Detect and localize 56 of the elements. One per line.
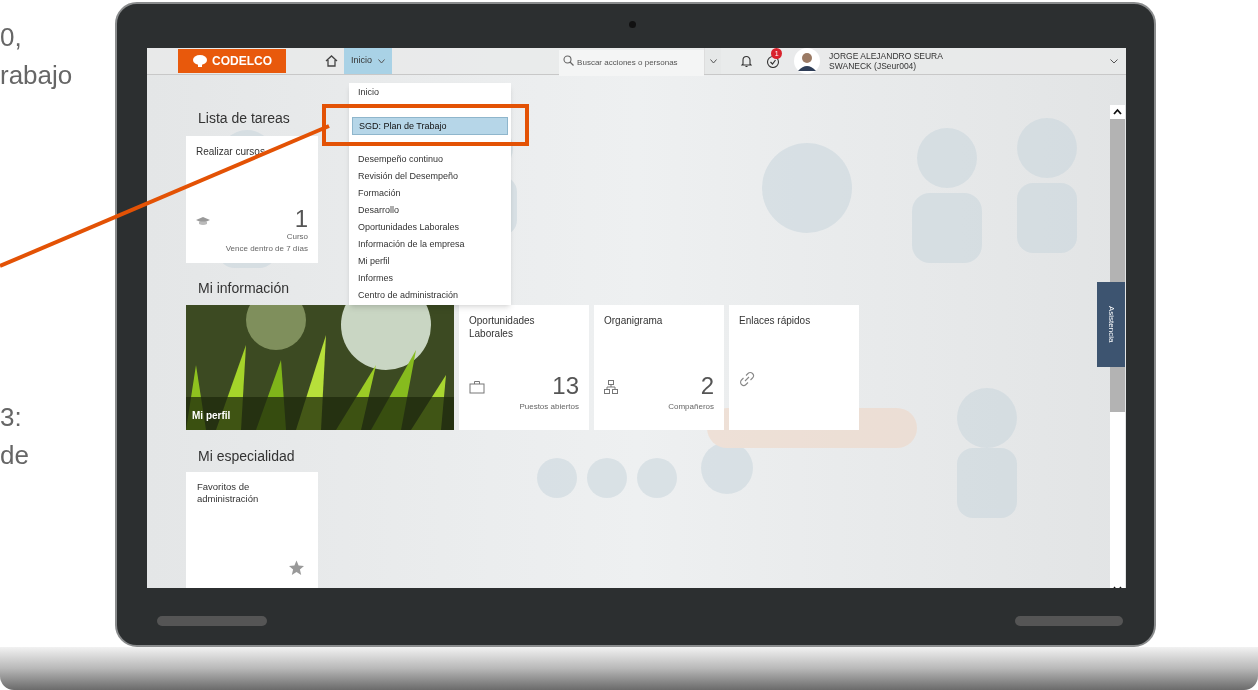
count-value: 2 bbox=[700, 374, 714, 398]
camera-icon bbox=[629, 21, 636, 28]
scroll-up-icon[interactable] bbox=[1110, 105, 1125, 119]
bell-icon[interactable] bbox=[741, 54, 753, 68]
slide-text: rabajo bbox=[0, 59, 73, 92]
count-unit: Curso bbox=[286, 231, 308, 243]
user-id: SWANECK (JSeur004) bbox=[829, 61, 918, 71]
section-title: Mi especialidad bbox=[197, 447, 295, 465]
menu-item[interactable]: Inicio bbox=[349, 84, 511, 101]
tasks-icon[interactable] bbox=[766, 54, 781, 68]
count-unit: Puestos abiertos bbox=[519, 401, 579, 413]
section-title: Mi información bbox=[197, 279, 290, 297]
star-icon[interactable] bbox=[288, 560, 305, 576]
menu-item[interactable]: Desempeño continuo bbox=[349, 151, 511, 168]
assistance-tab[interactable]: Asistencia bbox=[1097, 282, 1125, 367]
user-name: JORGE ALEJANDRO SEURA bbox=[829, 51, 943, 61]
count-unit: Compañeros bbox=[668, 401, 714, 413]
menu-item[interactable]: Mi perfil bbox=[349, 253, 511, 270]
avatar-icon[interactable] bbox=[794, 48, 821, 74]
tile-title: Oportunidades Laborales bbox=[469, 314, 536, 340]
chevron-down-icon bbox=[709, 58, 717, 64]
tile-title: Organigrama bbox=[604, 314, 664, 327]
tile[interactable]: Organigrama 2 Compañeros bbox=[594, 305, 724, 430]
profile-tile[interactable]: Mi perfil bbox=[186, 305, 454, 430]
section-title: Lista de tareas bbox=[197, 109, 290, 127]
chevron-down-icon[interactable] bbox=[1110, 58, 1118, 64]
menu-item[interactable]: Informes bbox=[349, 270, 511, 287]
tile[interactable]: Oportunidades Laborales 13 Puestos abiertos bbox=[459, 305, 589, 430]
briefcase-icon bbox=[469, 380, 485, 394]
favorites-card[interactable]: Favoritos de administración bbox=[186, 472, 318, 588]
hierarchy-icon bbox=[604, 380, 618, 394]
card-footer: Vence dentro de 7 días bbox=[225, 243, 308, 255]
logo[interactable]: CODELCO bbox=[178, 49, 286, 73]
menu-item[interactable]: Información de la empresa bbox=[349, 236, 511, 253]
menu-item[interactable]: Oportunidades Laborales bbox=[349, 219, 511, 236]
search-field[interactable]: Buscar acciones o personas bbox=[559, 49, 705, 76]
tile-label: Mi perfil bbox=[192, 409, 231, 423]
chevron-down-icon bbox=[378, 58, 385, 64]
menu-item[interactable]: Desarrollo bbox=[349, 202, 511, 219]
card-title: Favoritos de administración bbox=[197, 481, 260, 505]
link-icon bbox=[739, 371, 755, 387]
menu-item[interactable]: SGD: Plan de Trabajo bbox=[352, 117, 508, 135]
menu-item[interactable]: Revisión del Desempeño bbox=[349, 168, 511, 185]
slide-text: de bbox=[0, 439, 29, 472]
count-value: 13 bbox=[552, 374, 579, 398]
count-value: 1 bbox=[294, 207, 308, 231]
tile[interactable]: Enlaces rápidos bbox=[729, 305, 859, 430]
nav-dropdown-button[interactable]: Inicio bbox=[344, 48, 392, 74]
logo-mark-icon bbox=[192, 54, 208, 68]
home-icon[interactable] bbox=[325, 55, 338, 67]
graduation-cap-icon bbox=[196, 216, 210, 227]
menu-item[interactable]: Formación bbox=[349, 185, 511, 202]
slide-text: 0, bbox=[0, 21, 23, 54]
tile-title: Enlaces rápidos bbox=[739, 314, 812, 327]
menu-item[interactable]: Centro de administración bbox=[349, 287, 511, 304]
slide-text: 3: bbox=[0, 401, 23, 434]
